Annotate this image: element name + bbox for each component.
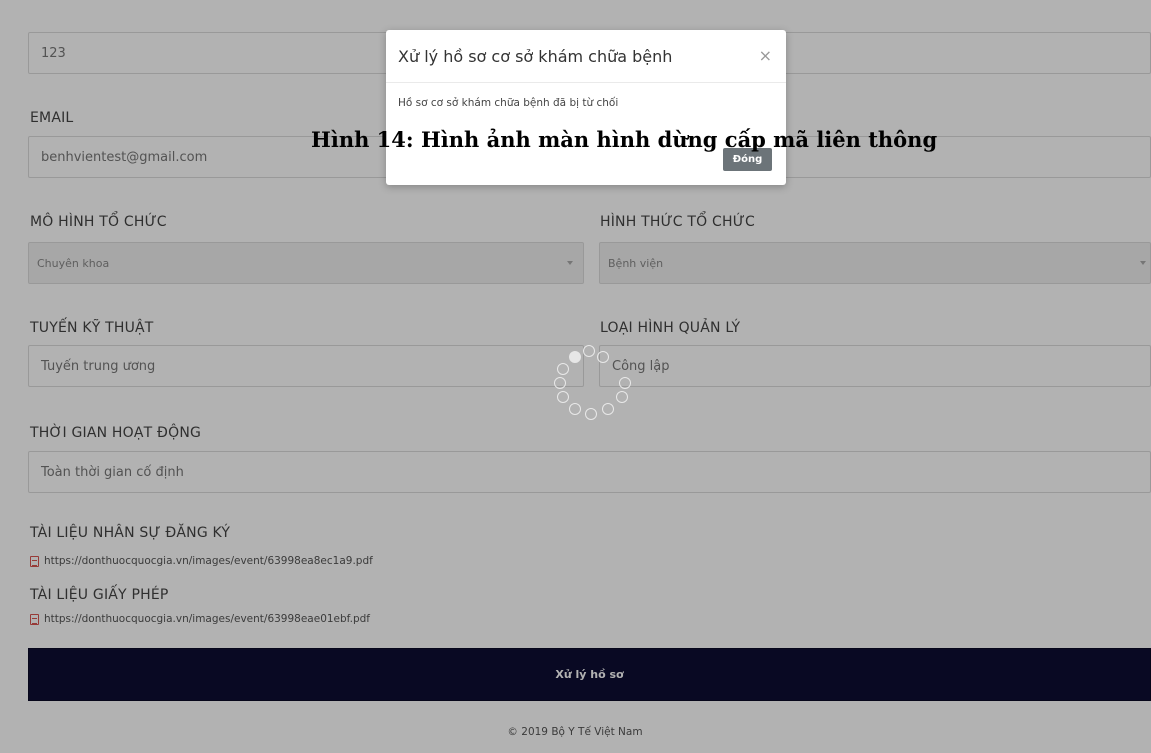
spinner-dot (569, 403, 581, 415)
loading-spinner-icon (553, 345, 633, 425)
dialog-message: Hồ sơ cơ sở khám chữa bệnh đã bị từ chối (398, 97, 619, 109)
spinner-dot (557, 363, 569, 375)
spinner-dot (554, 377, 566, 389)
spinner-dot (557, 391, 569, 403)
spinner-dot (602, 403, 614, 415)
dialog-divider (386, 82, 786, 83)
spinner-dot (616, 391, 628, 403)
spinner-dot (569, 351, 581, 363)
process-dialog: Xử lý hồ sơ cơ sở khám chữa bệnh × Hồ sơ… (386, 30, 786, 185)
spinner-dot (597, 351, 609, 363)
close-icon[interactable]: × (759, 46, 772, 65)
figure-caption: Hình 14: Hình ảnh màn hình dừng cấp mã l… (311, 127, 938, 152)
dialog-title: Xử lý hồ sơ cơ sở khám chữa bệnh (398, 47, 673, 66)
spinner-dot (585, 408, 597, 420)
spinner-dot (619, 377, 631, 389)
spinner-dot (583, 345, 595, 357)
